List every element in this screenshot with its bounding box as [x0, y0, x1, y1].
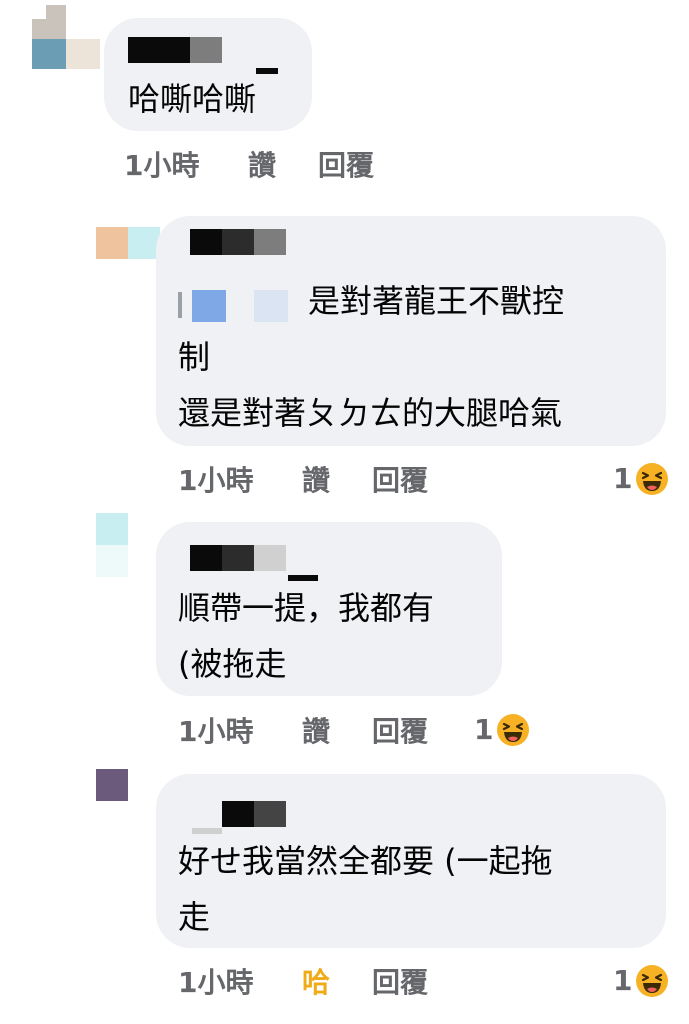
comment-line: (被拖走 [178, 645, 287, 683]
commenter-name-redacted[interactable] [128, 37, 222, 63]
like-button[interactable]: 讚 [248, 146, 276, 186]
comment-actions: 1小時 讚 回覆 [178, 461, 478, 501]
comment-line: 順帶一提，我都有 [178, 589, 435, 627]
reply-button[interactable]: 回覆 [372, 963, 428, 1003]
avatar[interactable] [96, 769, 128, 801]
comment-line: 走 [178, 898, 211, 936]
comment-line: 制 [178, 338, 211, 376]
reaction-summary[interactable]: 1 [474, 710, 534, 750]
comment-actions: 1小時 讚 回覆 [178, 712, 478, 752]
like-button[interactable]: 讚 [302, 461, 330, 501]
reaction-summary[interactable]: 1 [613, 459, 673, 499]
reaction-count: 1 [613, 964, 633, 997]
comment-text: 好せ我當然全都要 (一起拖 走 [178, 833, 553, 945]
haha-reaction-button[interactable]: 哈 [302, 963, 330, 1003]
commenter-name-redacted[interactable] [222, 801, 286, 827]
timestamp[interactable]: 1小時 [178, 963, 253, 1003]
comment-actions: 1小時 讚 回覆 [124, 146, 424, 186]
reply-button[interactable]: 回覆 [372, 712, 428, 752]
haha-emoji-icon [497, 714, 529, 746]
avatar[interactable] [96, 227, 160, 259]
reply-button[interactable]: 回覆 [318, 146, 374, 186]
timestamp[interactable]: 1小時 [178, 461, 253, 501]
comment-actions: 1小時 哈 回覆 [178, 963, 478, 1003]
comment-line: 還是對著ㄆㄉㄊ的大腿哈氣 [178, 394, 563, 432]
comment-thread: 哈嘶哈嘶 1小時 讚 回覆 是對著龍王不獸控 制 還是對著ㄆㄉㄊ的大腿哈氣 1小… [0, 0, 689, 1024]
reaction-count: 1 [613, 462, 633, 495]
comment-text: 哈嘶哈嘶 [128, 71, 256, 127]
haha-emoji-icon [636, 463, 668, 495]
avatar[interactable] [32, 5, 66, 39]
comment-text: 是對著龍王不獸控 制 還是對著ㄆㄉㄊ的大腿哈氣 [178, 273, 564, 441]
commenter-name-redacted[interactable] [190, 545, 286, 571]
comment-line: 是對著龍王不獸控 [308, 282, 565, 320]
avatar[interactable] [96, 513, 128, 577]
redaction-mark [256, 68, 278, 74]
commenter-name-redacted[interactable] [190, 229, 286, 255]
reaction-count: 1 [474, 713, 494, 746]
reply-button[interactable]: 回覆 [372, 461, 428, 501]
comment-text: 順帶一提，我都有 (被拖走 [178, 580, 434, 692]
timestamp[interactable]: 1小時 [178, 712, 253, 752]
like-button[interactable]: 讚 [302, 712, 330, 752]
comment-line: 好せ我當然全都要 (一起拖 [178, 842, 553, 880]
avatar [32, 39, 100, 69]
haha-emoji-icon [636, 965, 668, 997]
reaction-summary[interactable]: 1 [613, 961, 673, 1001]
timestamp[interactable]: 1小時 [124, 146, 199, 186]
comment-line: 哈嘶哈嘶 [128, 80, 257, 118]
